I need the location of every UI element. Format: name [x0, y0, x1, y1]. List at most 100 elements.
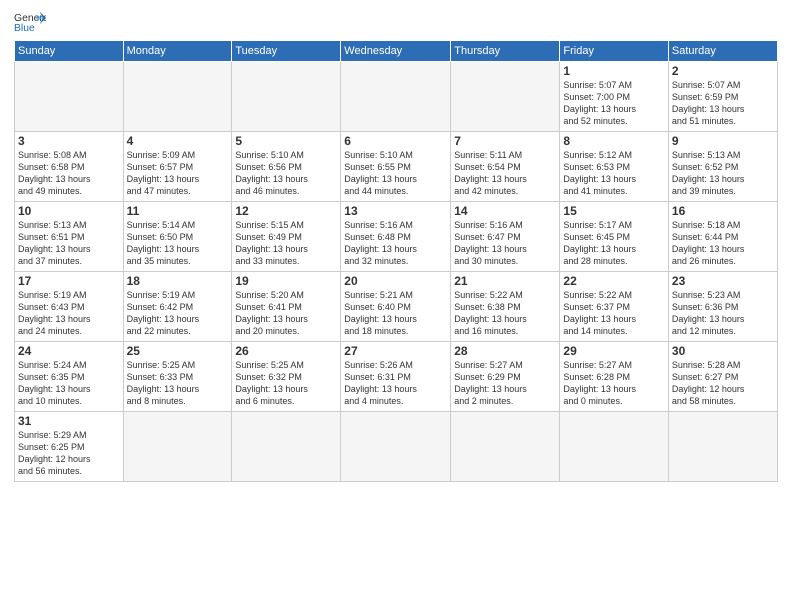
calendar-cell: 10Sunrise: 5:13 AM Sunset: 6:51 PM Dayli… [15, 202, 124, 272]
calendar-cell: 22Sunrise: 5:22 AM Sunset: 6:37 PM Dayli… [560, 272, 668, 342]
calendar-cell: 3Sunrise: 5:08 AM Sunset: 6:58 PM Daylig… [15, 132, 124, 202]
calendar-cell: 18Sunrise: 5:19 AM Sunset: 6:42 PM Dayli… [123, 272, 232, 342]
calendar-cell [232, 412, 341, 482]
calendar-cell: 9Sunrise: 5:13 AM Sunset: 6:52 PM Daylig… [668, 132, 777, 202]
day-info: Sunrise: 5:12 AM Sunset: 6:53 PM Dayligh… [563, 149, 664, 198]
calendar-cell: 28Sunrise: 5:27 AM Sunset: 6:29 PM Dayli… [451, 342, 560, 412]
day-number: 11 [127, 204, 229, 218]
weekday-header-wednesday: Wednesday [341, 41, 451, 62]
day-number: 26 [235, 344, 337, 358]
day-info: Sunrise: 5:19 AM Sunset: 6:42 PM Dayligh… [127, 289, 229, 338]
day-number: 28 [454, 344, 556, 358]
day-info: Sunrise: 5:29 AM Sunset: 6:25 PM Dayligh… [18, 429, 120, 478]
calendar-cell [560, 412, 668, 482]
calendar-cell: 23Sunrise: 5:23 AM Sunset: 6:36 PM Dayli… [668, 272, 777, 342]
day-info: Sunrise: 5:16 AM Sunset: 6:48 PM Dayligh… [344, 219, 447, 268]
week-row-4: 17Sunrise: 5:19 AM Sunset: 6:43 PM Dayli… [15, 272, 778, 342]
day-info: Sunrise: 5:17 AM Sunset: 6:45 PM Dayligh… [563, 219, 664, 268]
day-info: Sunrise: 5:28 AM Sunset: 6:27 PM Dayligh… [672, 359, 774, 408]
logo: General Blue [14, 10, 46, 34]
day-info: Sunrise: 5:09 AM Sunset: 6:57 PM Dayligh… [127, 149, 229, 198]
calendar-cell: 16Sunrise: 5:18 AM Sunset: 6:44 PM Dayli… [668, 202, 777, 272]
day-number: 18 [127, 274, 229, 288]
calendar-cell: 2Sunrise: 5:07 AM Sunset: 6:59 PM Daylig… [668, 62, 777, 132]
logo-icon: General Blue [14, 10, 46, 34]
day-info: Sunrise: 5:15 AM Sunset: 6:49 PM Dayligh… [235, 219, 337, 268]
calendar-cell [341, 62, 451, 132]
calendar-cell: 24Sunrise: 5:24 AM Sunset: 6:35 PM Dayli… [15, 342, 124, 412]
day-info: Sunrise: 5:22 AM Sunset: 6:38 PM Dayligh… [454, 289, 556, 338]
calendar-cell: 8Sunrise: 5:12 AM Sunset: 6:53 PM Daylig… [560, 132, 668, 202]
day-number: 16 [672, 204, 774, 218]
day-number: 14 [454, 204, 556, 218]
calendar-cell: 7Sunrise: 5:11 AM Sunset: 6:54 PM Daylig… [451, 132, 560, 202]
day-info: Sunrise: 5:14 AM Sunset: 6:50 PM Dayligh… [127, 219, 229, 268]
day-number: 25 [127, 344, 229, 358]
calendar-cell: 14Sunrise: 5:16 AM Sunset: 6:47 PM Dayli… [451, 202, 560, 272]
day-number: 22 [563, 274, 664, 288]
calendar-table: SundayMondayTuesdayWednesdayThursdayFrid… [14, 40, 778, 482]
day-info: Sunrise: 5:20 AM Sunset: 6:41 PM Dayligh… [235, 289, 337, 338]
day-number: 2 [672, 64, 774, 78]
day-number: 9 [672, 134, 774, 148]
day-info: Sunrise: 5:11 AM Sunset: 6:54 PM Dayligh… [454, 149, 556, 198]
day-info: Sunrise: 5:26 AM Sunset: 6:31 PM Dayligh… [344, 359, 447, 408]
weekday-header-friday: Friday [560, 41, 668, 62]
day-number: 23 [672, 274, 774, 288]
calendar-cell: 19Sunrise: 5:20 AM Sunset: 6:41 PM Dayli… [232, 272, 341, 342]
calendar-cell: 26Sunrise: 5:25 AM Sunset: 6:32 PM Dayli… [232, 342, 341, 412]
day-number: 17 [18, 274, 120, 288]
calendar-cell: 25Sunrise: 5:25 AM Sunset: 6:33 PM Dayli… [123, 342, 232, 412]
week-row-5: 24Sunrise: 5:24 AM Sunset: 6:35 PM Dayli… [15, 342, 778, 412]
weekday-header-monday: Monday [123, 41, 232, 62]
calendar-cell: 29Sunrise: 5:27 AM Sunset: 6:28 PM Dayli… [560, 342, 668, 412]
day-info: Sunrise: 5:18 AM Sunset: 6:44 PM Dayligh… [672, 219, 774, 268]
calendar-cell: 31Sunrise: 5:29 AM Sunset: 6:25 PM Dayli… [15, 412, 124, 482]
day-info: Sunrise: 5:23 AM Sunset: 6:36 PM Dayligh… [672, 289, 774, 338]
calendar-cell [451, 412, 560, 482]
day-info: Sunrise: 5:27 AM Sunset: 6:29 PM Dayligh… [454, 359, 556, 408]
day-number: 13 [344, 204, 447, 218]
calendar-cell: 4Sunrise: 5:09 AM Sunset: 6:57 PM Daylig… [123, 132, 232, 202]
day-number: 29 [563, 344, 664, 358]
calendar-cell [451, 62, 560, 132]
weekday-header-tuesday: Tuesday [232, 41, 341, 62]
week-row-6: 31Sunrise: 5:29 AM Sunset: 6:25 PM Dayli… [15, 412, 778, 482]
day-number: 6 [344, 134, 447, 148]
day-number: 5 [235, 134, 337, 148]
day-number: 1 [563, 64, 664, 78]
header: General Blue [14, 10, 778, 34]
calendar-cell: 12Sunrise: 5:15 AM Sunset: 6:49 PM Dayli… [232, 202, 341, 272]
day-info: Sunrise: 5:22 AM Sunset: 6:37 PM Dayligh… [563, 289, 664, 338]
day-number: 8 [563, 134, 664, 148]
day-info: Sunrise: 5:10 AM Sunset: 6:55 PM Dayligh… [344, 149, 447, 198]
day-info: Sunrise: 5:19 AM Sunset: 6:43 PM Dayligh… [18, 289, 120, 338]
day-info: Sunrise: 5:25 AM Sunset: 6:32 PM Dayligh… [235, 359, 337, 408]
day-info: Sunrise: 5:08 AM Sunset: 6:58 PM Dayligh… [18, 149, 120, 198]
day-info: Sunrise: 5:21 AM Sunset: 6:40 PM Dayligh… [344, 289, 447, 338]
weekday-header-row: SundayMondayTuesdayWednesdayThursdayFrid… [15, 41, 778, 62]
calendar-cell: 20Sunrise: 5:21 AM Sunset: 6:40 PM Dayli… [341, 272, 451, 342]
day-number: 24 [18, 344, 120, 358]
svg-text:Blue: Blue [14, 23, 35, 34]
calendar-cell [341, 412, 451, 482]
day-info: Sunrise: 5:27 AM Sunset: 6:28 PM Dayligh… [563, 359, 664, 408]
calendar-cell [15, 62, 124, 132]
calendar-cell: 17Sunrise: 5:19 AM Sunset: 6:43 PM Dayli… [15, 272, 124, 342]
calendar-cell: 6Sunrise: 5:10 AM Sunset: 6:55 PM Daylig… [341, 132, 451, 202]
day-number: 3 [18, 134, 120, 148]
calendar-cell [668, 412, 777, 482]
day-number: 12 [235, 204, 337, 218]
calendar-cell: 5Sunrise: 5:10 AM Sunset: 6:56 PM Daylig… [232, 132, 341, 202]
day-number: 15 [563, 204, 664, 218]
calendar-cell [123, 412, 232, 482]
day-info: Sunrise: 5:24 AM Sunset: 6:35 PM Dayligh… [18, 359, 120, 408]
day-number: 21 [454, 274, 556, 288]
day-info: Sunrise: 5:13 AM Sunset: 6:52 PM Dayligh… [672, 149, 774, 198]
calendar-cell [123, 62, 232, 132]
day-number: 19 [235, 274, 337, 288]
calendar-cell: 1Sunrise: 5:07 AM Sunset: 7:00 PM Daylig… [560, 62, 668, 132]
day-number: 31 [18, 414, 120, 428]
calendar-cell: 21Sunrise: 5:22 AM Sunset: 6:38 PM Dayli… [451, 272, 560, 342]
day-info: Sunrise: 5:16 AM Sunset: 6:47 PM Dayligh… [454, 219, 556, 268]
